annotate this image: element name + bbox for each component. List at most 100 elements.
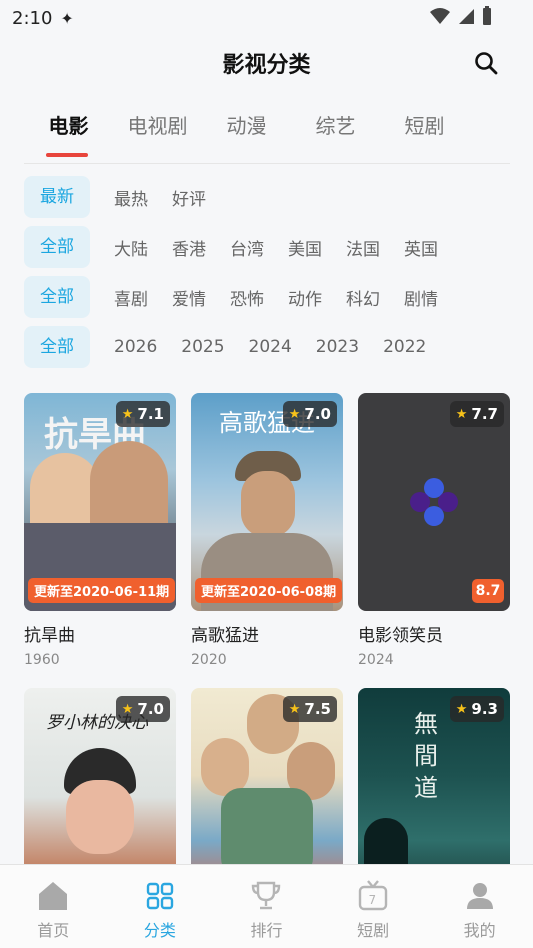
filter-chip-latest[interactable]: 最新 bbox=[24, 176, 90, 218]
poster-title-text: 無間道 bbox=[414, 710, 438, 802]
movie-poster[interactable]: 高歌猛进 ★ 7.0 更新至2020-06-08期 bbox=[191, 393, 343, 611]
rating-value: 7.0 bbox=[137, 700, 164, 718]
tab-short[interactable]: 短剧 bbox=[380, 98, 469, 163]
svg-text:7: 7 bbox=[369, 893, 377, 907]
rating-badge: ★ 7.0 bbox=[282, 401, 337, 427]
rating-value: 9.3 bbox=[471, 700, 498, 718]
header: 影视分类 bbox=[0, 40, 533, 86]
filter-chip-hot[interactable]: 最热 bbox=[114, 185, 148, 210]
filter-chip-region[interactable]: 英国 bbox=[404, 235, 438, 260]
tab-anime[interactable]: 动漫 bbox=[202, 98, 291, 163]
update-badge: 更新至2020-06-08期 bbox=[195, 578, 343, 603]
battery-icon bbox=[483, 6, 491, 25]
nav-label: 我的 bbox=[463, 921, 496, 940]
nav-short-drama[interactable]: 7 短剧 bbox=[320, 865, 427, 948]
filter-chip-region[interactable]: 台湾 bbox=[230, 235, 264, 260]
filter-chip-year[interactable]: 2022 bbox=[383, 337, 426, 357]
trophy-icon bbox=[252, 881, 281, 910]
wifi-icon bbox=[430, 8, 450, 24]
rating-value: 7.5 bbox=[304, 700, 331, 718]
star-icon: ★ bbox=[455, 701, 468, 717]
tab-movie[interactable]: 电影 bbox=[24, 98, 113, 163]
movie-title: 高歌猛进 bbox=[191, 626, 259, 646]
notification-icon: ✦ bbox=[60, 8, 74, 28]
rating-badge: ★ 7.1 bbox=[115, 401, 170, 427]
star-icon: ★ bbox=[121, 701, 134, 717]
nav-category[interactable]: 分类 bbox=[107, 865, 214, 948]
filter-chip-year-all[interactable]: 全部 bbox=[24, 326, 90, 368]
filter-row-genre: 全部 喜剧 爱情 恐怖 动作 科幻 剧情 bbox=[24, 272, 510, 322]
rating-badge: ★ 7.7 bbox=[449, 401, 504, 427]
filter-chip-region[interactable]: 大陆 bbox=[114, 235, 148, 260]
tab-label: 短剧 bbox=[404, 114, 445, 138]
filter-chip-region[interactable]: 法国 bbox=[346, 235, 380, 260]
user-icon bbox=[466, 883, 493, 909]
filter-chip-region-all[interactable]: 全部 bbox=[24, 226, 90, 268]
filter-row-sort: 最新 最热 好评 bbox=[24, 172, 510, 222]
movie-title: 抗旱曲 bbox=[24, 626, 75, 646]
rating-badge: ★ 9.3 bbox=[449, 696, 504, 722]
tab-variety[interactable]: 综艺 bbox=[291, 98, 380, 163]
filter-chip-genre[interactable]: 科幻 bbox=[346, 285, 380, 310]
nav-label: 短剧 bbox=[357, 921, 390, 940]
grid-icon bbox=[146, 882, 174, 910]
filter-chip-top-rated[interactable]: 好评 bbox=[172, 185, 206, 210]
filter-chip-genre[interactable]: 爱情 bbox=[172, 285, 206, 310]
bottom-navigation: 首页 分类 排行 7 短剧 我的 bbox=[0, 864, 533, 948]
filter-chip-genre[interactable]: 喜剧 bbox=[114, 285, 148, 310]
nav-label: 首页 bbox=[37, 921, 70, 940]
page-title: 影视分类 bbox=[222, 53, 311, 78]
star-icon: ★ bbox=[455, 406, 468, 422]
star-icon: ★ bbox=[288, 406, 301, 422]
nav-ranking[interactable]: 排行 bbox=[213, 865, 320, 948]
star-icon: ★ bbox=[121, 406, 134, 422]
score-badge: 8.7 bbox=[472, 579, 504, 603]
filter-chip-year[interactable]: 2025 bbox=[181, 337, 224, 357]
tab-active-indicator bbox=[46, 153, 88, 157]
tab-tv[interactable]: 电视剧 bbox=[113, 98, 202, 163]
status-bar: 2:10 ✦ bbox=[0, 0, 533, 36]
movie-card[interactable]: 抗旱曲 ★ 7.1 更新至2020-06-11期 抗旱曲 1960 bbox=[24, 393, 176, 668]
filter-row-year: 全部 2026 2025 2024 2023 2022 bbox=[24, 322, 510, 372]
nav-profile[interactable]: 我的 bbox=[426, 865, 533, 948]
star-icon: ★ bbox=[288, 701, 301, 717]
filter-panel: 最新 最热 好评 全部 大陆 香港 台湾 美国 法国 英国 全部 喜剧 爱情 恐… bbox=[24, 172, 510, 372]
status-time: 2:10 bbox=[12, 7, 53, 29]
movie-card[interactable]: 高歌猛进 ★ 7.0 更新至2020-06-08期 高歌猛进 2020 bbox=[191, 393, 343, 668]
status-icons bbox=[429, 6, 493, 26]
placeholder-logo-icon bbox=[410, 478, 458, 526]
nav-label: 分类 bbox=[143, 921, 176, 940]
filter-chip-genre[interactable]: 剧情 bbox=[404, 285, 438, 310]
rating-value: 7.0 bbox=[304, 405, 331, 423]
filter-chip-genre[interactable]: 动作 bbox=[288, 285, 322, 310]
rating-badge: ★ 7.5 bbox=[282, 696, 337, 722]
home-icon bbox=[39, 882, 68, 910]
tab-label: 动漫 bbox=[226, 114, 267, 138]
tab-label: 综艺 bbox=[315, 114, 356, 138]
movie-card[interactable]: ★ 7.7 8.7 电影领笑员 2024 bbox=[358, 393, 510, 668]
filter-chip-year[interactable]: 2026 bbox=[114, 337, 157, 357]
rating-badge: ★ 7.0 bbox=[115, 696, 170, 722]
rating-value: 7.7 bbox=[471, 405, 498, 423]
filter-chip-genre-all[interactable]: 全部 bbox=[24, 276, 90, 318]
filter-chip-region[interactable]: 香港 bbox=[172, 235, 206, 260]
movie-poster[interactable]: 抗旱曲 ★ 7.1 更新至2020-06-11期 bbox=[24, 393, 176, 611]
filter-chip-year[interactable]: 2023 bbox=[316, 337, 359, 357]
filter-row-region: 全部 大陆 香港 台湾 美国 法国 英国 bbox=[24, 222, 510, 272]
movie-poster[interactable]: ★ 7.7 8.7 bbox=[358, 393, 510, 611]
filter-chip-region[interactable]: 美国 bbox=[288, 235, 322, 260]
poster-figure bbox=[66, 780, 134, 854]
movie-title: 电影领笑员 bbox=[358, 626, 443, 646]
rating-value: 7.1 bbox=[137, 405, 164, 423]
nav-home[interactable]: 首页 bbox=[0, 865, 107, 948]
tv-icon: 7 bbox=[358, 880, 388, 911]
movie-year: 2020 bbox=[191, 652, 227, 668]
search-icon[interactable] bbox=[473, 50, 499, 76]
category-tabs: 电影 电视剧 动漫 综艺 短剧 bbox=[24, 98, 510, 164]
tab-label: 电影 bbox=[48, 114, 89, 138]
nav-label: 排行 bbox=[250, 921, 283, 940]
filter-chip-year[interactable]: 2024 bbox=[249, 337, 292, 357]
poster-figure bbox=[90, 441, 168, 533]
signal-icon bbox=[459, 9, 474, 24]
filter-chip-genre[interactable]: 恐怖 bbox=[230, 285, 264, 310]
